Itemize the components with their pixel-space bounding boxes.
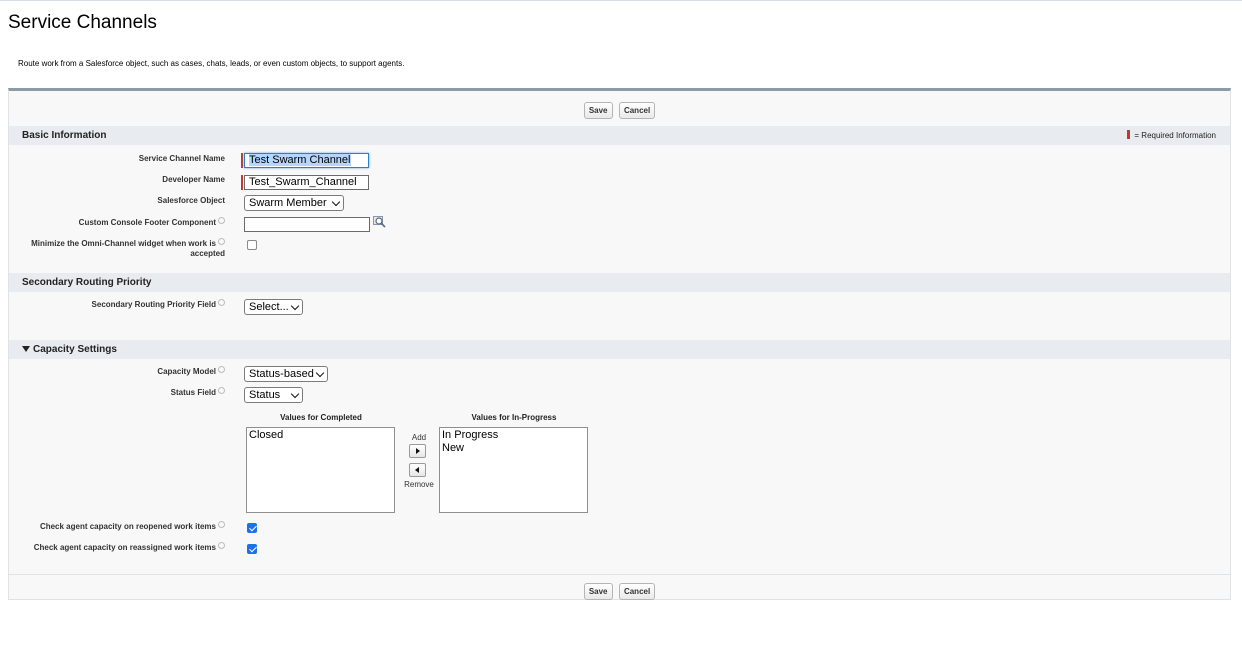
required-legend-text: = Required Information: [1134, 131, 1216, 140]
help-icon[interactable]: [218, 217, 225, 224]
reopened-label-text: Check agent capacity on reopened work it…: [39, 522, 216, 531]
help-icon[interactable]: [218, 299, 225, 306]
list-item[interactable]: New: [442, 442, 585, 455]
selected-text: Test Swarm Channel: [249, 154, 351, 166]
list-item[interactable]: Closed: [249, 429, 392, 442]
completed-values-header: Values for Completed: [280, 413, 362, 422]
minimize-widget-label-line2: accepted: [190, 249, 225, 258]
save-button-bottom[interactable]: Save: [583, 583, 613, 600]
add-button[interactable]: [409, 444, 426, 458]
chevron-down-icon: [290, 301, 300, 311]
reassigned-capacity-checkbox[interactable]: [247, 544, 257, 554]
developer-name-label: Developer Name: [162, 175, 225, 184]
help-icon[interactable]: [218, 238, 225, 245]
status-field-label: Status Field: [171, 387, 225, 398]
custom-footer-input[interactable]: [244, 217, 370, 232]
cancel-button-bottom[interactable]: Cancel: [618, 583, 656, 600]
required-legend: = Required Information: [1127, 126, 1216, 145]
service-channel-name-label: Service Channel Name: [138, 154, 225, 163]
status-field-value: Status: [249, 389, 281, 401]
collapse-triangle-icon: [22, 346, 30, 352]
arrow-right-icon: [416, 448, 420, 454]
in-progress-values-header: Values for In-Progress: [471, 413, 557, 422]
section-secondary-routing-priority: Secondary Routing Priority: [9, 273, 1230, 292]
reopened-capacity-checkbox[interactable]: [247, 523, 257, 533]
list-item[interactable]: In Progress: [442, 429, 585, 442]
section-title: Secondary Routing Priority: [22, 277, 152, 288]
help-icon[interactable]: [218, 387, 225, 394]
edit-form-panel: Save Cancel Basic Information = Required…: [8, 88, 1231, 600]
secondary-routing-priority-select[interactable]: Select...: [244, 299, 303, 315]
bottom-button-row: Save Cancel: [9, 581, 1230, 600]
developer-name-input[interactable]: Test_Swarm_Channel: [244, 175, 369, 190]
arrow-left-icon: [415, 467, 419, 473]
section-basic-information: Basic Information = Required Information: [9, 126, 1230, 145]
add-label: Add: [411, 433, 427, 442]
status-field-select[interactable]: Status: [244, 387, 303, 403]
remove-label: Remove: [404, 480, 434, 489]
custom-footer-label-text: Custom Console Footer Component: [78, 218, 216, 227]
section-title: Capacity Settings: [33, 344, 117, 355]
minimize-widget-label-line1: Minimize the Omni-Channel widget when wo…: [31, 239, 216, 248]
required-marker-icon: [1127, 130, 1131, 139]
secondary-routing-value: Select...: [249, 301, 289, 313]
cancel-button-top[interactable]: Cancel: [618, 102, 656, 119]
top-button-row: Save Cancel: [9, 100, 1230, 119]
secondary-routing-label-text: Secondary Routing Priority Field: [91, 300, 216, 309]
chevron-down-icon: [315, 368, 325, 378]
reopened-capacity-label: Check agent capacity on reopened work it…: [40, 521, 225, 532]
minimize-widget-checkbox[interactable]: [247, 240, 257, 250]
salesforce-object-select[interactable]: Swarm Member: [244, 195, 344, 211]
status-field-label-text: Status Field: [170, 388, 216, 397]
capacity-model-label-text: Capacity Model: [157, 367, 216, 376]
required-indicator: [241, 175, 243, 190]
completed-values-listbox[interactable]: Closed: [246, 427, 395, 513]
section-title: Basic Information: [22, 130, 107, 141]
help-icon[interactable]: [218, 521, 225, 528]
help-icon[interactable]: [218, 542, 225, 549]
minimize-widget-label: Minimize the Omni-Channel widget when wo…: [31, 238, 225, 259]
reassigned-capacity-label: Check agent capacity on reassigned work …: [34, 542, 225, 553]
capacity-model-label: Capacity Model: [157, 366, 225, 377]
help-icon[interactable]: [218, 366, 225, 373]
reassigned-label-text: Check agent capacity on reassigned work …: [33, 543, 216, 552]
custom-footer-label: Custom Console Footer Component: [79, 217, 225, 228]
salesforce-object-value: Swarm Member: [249, 197, 327, 209]
chevron-down-icon: [290, 389, 300, 399]
capacity-model-select[interactable]: Status-based: [244, 366, 328, 382]
service-channel-name-input[interactable]: Test Swarm Channel: [244, 153, 369, 168]
save-button-top[interactable]: Save: [583, 102, 613, 119]
page-description: Route work from a Salesforce object, suc…: [18, 59, 405, 68]
capacity-model-value: Status-based: [249, 368, 314, 380]
lookup-icon[interactable]: [373, 216, 387, 228]
section-capacity-settings[interactable]: Capacity Settings: [9, 340, 1230, 359]
salesforce-object-label: Salesforce Object: [157, 196, 225, 205]
in-progress-values-listbox[interactable]: In Progress New: [439, 427, 588, 513]
top-border: [0, 0, 1242, 1]
secondary-routing-priority-field-label: Secondary Routing Priority Field: [92, 299, 225, 310]
page-title: Service Channels: [8, 12, 157, 33]
chevron-down-icon: [331, 197, 341, 207]
required-indicator: [241, 153, 243, 168]
footer-divider: [9, 574, 1230, 575]
remove-button[interactable]: [409, 463, 426, 477]
